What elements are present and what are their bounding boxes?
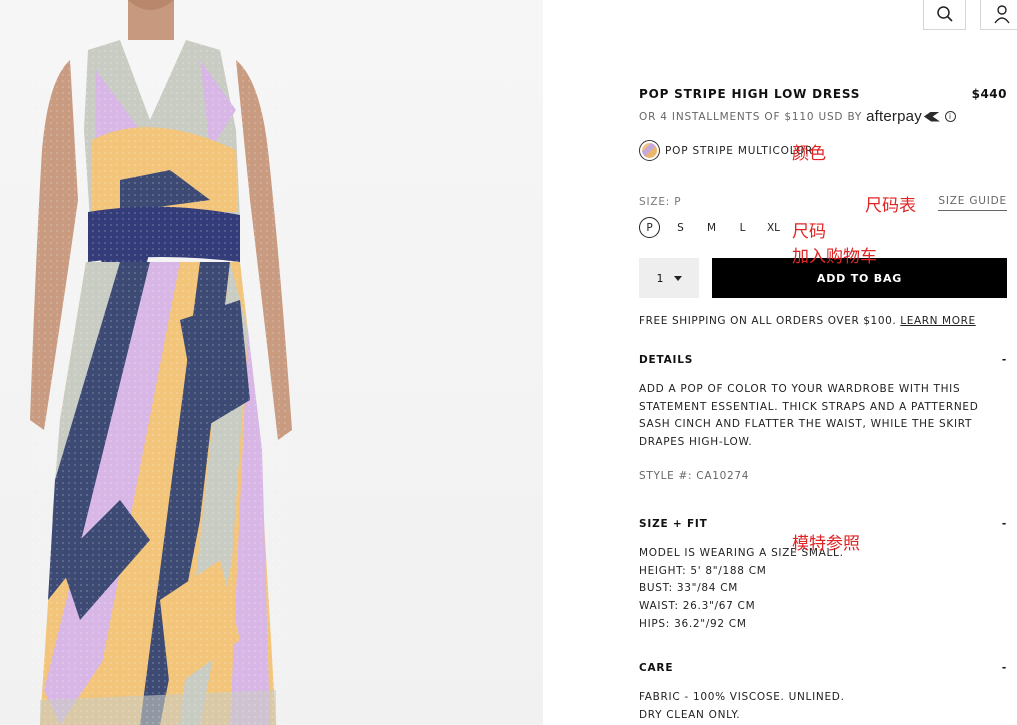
care-line: FABRIC - 100% VISCOSE. UNLINED.	[639, 691, 845, 703]
account-button[interactable]	[980, 0, 1017, 30]
collapse-icon[interactable]: -	[1002, 518, 1007, 530]
annotation-size-chart: 尺码表	[865, 196, 916, 216]
search-button[interactable]	[923, 0, 966, 30]
afterpay-logo: afterpay	[866, 108, 940, 125]
product-price: $440	[971, 87, 1007, 101]
details-line: DRAPES HIGH-LOW.	[639, 436, 753, 449]
product-image	[0, 0, 543, 725]
color-selector: POP STRIPE MULTICOLOR	[639, 140, 813, 161]
size-fit-title: SIZE + FIT	[639, 518, 708, 530]
collapse-icon[interactable]: -	[1002, 662, 1007, 674]
details-line: SASH CINCH AND FLATTER THE WAIST, WHILE …	[639, 418, 973, 431]
chevron-down-icon	[673, 275, 682, 281]
style-number: STYLE #: CA10274	[639, 470, 750, 482]
details-title: DETAILS	[639, 354, 694, 366]
learn-more-link[interactable]: LEARN MORE	[900, 315, 975, 327]
installments-info: OR 4 INSTALLMENTS OF $110 USD BY afterpa…	[639, 108, 956, 125]
title-row: POP STRIPE HIGH LOW DRESS $440	[639, 87, 1007, 101]
size-fit-line: HIPS: 36.2"/92 CM	[639, 617, 747, 630]
quantity-select[interactable]: 1	[639, 258, 699, 298]
color-swatch[interactable]	[639, 140, 660, 161]
care-body: FABRIC - 100% VISCOSE. UNLINED. DRY CLEA…	[639, 689, 1007, 724]
color-name: POP STRIPE MULTICOLOR	[665, 144, 814, 157]
details-body: ADD A POP OF COLOR TO YOUR WARDROBE WITH…	[639, 381, 1007, 452]
quantity-value: 1	[656, 271, 664, 285]
collapse-icon[interactable]: -	[1002, 354, 1007, 366]
shipping-notice: FREE SHIPPING ON ALL ORDERS OVER $100. L…	[639, 315, 976, 327]
care-section-header[interactable]: CARE -	[639, 662, 1007, 674]
size-option-s[interactable]: S	[670, 217, 691, 238]
annotation-add-to-cart: 加入购物车	[792, 247, 877, 267]
afterpay-wordmark: afterpay	[866, 108, 922, 125]
dress-model-illustration	[30, 0, 292, 725]
size-option-xl[interactable]: XL	[763, 217, 784, 238]
search-icon	[936, 6, 953, 22]
size-option-m[interactable]: M	[701, 217, 722, 238]
details-line: STATEMENT ESSENTIAL. THICK STRAPS AND A …	[639, 400, 979, 413]
info-icon[interactable]: i	[944, 111, 956, 122]
size-fit-line: BUST: 33"/84 CM	[639, 582, 739, 595]
installments-text: OR 4 INSTALLMENTS OF $110 USD BY	[639, 110, 863, 123]
size-guide-link[interactable]: SIZE GUIDE	[938, 195, 1007, 211]
details-line: ADD A POP OF COLOR TO YOUR WARDROBE WITH…	[639, 383, 961, 395]
care-title: CARE	[639, 662, 674, 674]
annotation-size: 尺码	[792, 222, 826, 242]
size-fit-line: HEIGHT: 5' 8"/188 CM	[639, 564, 767, 577]
product-title: POP STRIPE HIGH LOW DRESS	[639, 87, 861, 101]
size-fit-body: MODEL IS WEARING A SIZE SMALL. HEIGHT: 5…	[639, 545, 1007, 634]
size-fit-line: WAIST: 26.3"/67 CM	[639, 600, 756, 613]
size-option-p[interactable]: P	[639, 217, 660, 238]
annotation-model-reference: 模特参照	[792, 534, 860, 554]
shipping-text: FREE SHIPPING ON ALL ORDERS OVER $100.	[639, 315, 897, 327]
user-icon	[993, 5, 1010, 24]
afterpay-arrow-icon	[923, 111, 940, 122]
size-label: SIZE: P	[639, 196, 682, 208]
annotation-color: 颜色	[792, 144, 826, 164]
size-option-l[interactable]: L	[732, 217, 753, 238]
details-section-header[interactable]: DETAILS -	[639, 354, 1007, 366]
size-selector: P S M L XL	[639, 217, 794, 238]
care-line: DRY CLEAN ONLY.	[639, 708, 741, 721]
